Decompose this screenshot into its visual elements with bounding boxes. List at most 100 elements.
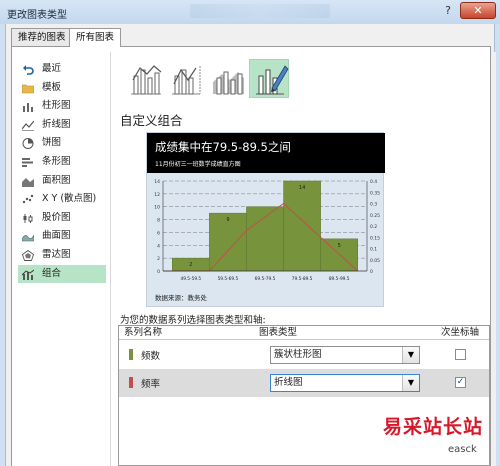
sidebar-item-label: 曲面图 <box>42 230 71 242</box>
y2-tick-label: 0 <box>370 269 373 275</box>
column-chart-icon <box>22 101 34 113</box>
help-button[interactable]: ? <box>439 3 457 19</box>
combo-subtype-column-line-secondary[interactable] <box>165 59 205 98</box>
select-value: 折线图 <box>274 377 303 388</box>
close-button[interactable]: ✕ <box>460 2 496 19</box>
select-value: 簇状柱形图 <box>274 349 322 360</box>
y-tick-label: 6 <box>157 230 160 236</box>
y2-tick-label: 0.35 <box>370 190 380 196</box>
sidebar-item-surface[interactable]: 曲面图 <box>18 227 106 246</box>
pie-chart-icon <box>22 138 34 150</box>
secondary-axis-checkbox[interactable] <box>455 349 466 360</box>
combo-chart-icon <box>21 269 35 280</box>
y-tick-label: 2 <box>157 256 160 262</box>
title-bar: 更改图表类型 ? ✕ <box>0 0 500 24</box>
series-row: 频数 簇状柱形图 ▼ <box>119 341 489 369</box>
x-tick-label: 49.5-59.5 <box>180 276 201 282</box>
data-label: 5 <box>338 243 341 249</box>
header-secondary-axis: 次坐标轴 <box>441 327 480 338</box>
sidebar-item-radar[interactable]: 雷达图 <box>18 246 106 265</box>
bars: 2 49.5-59.5 9 59.5-69.5 69.5-79.5 14 79.5-89.5… <box>172 180 358 282</box>
sidebar-item-combo[interactable]: 组合 <box>18 264 106 284</box>
line-chart-icon <box>21 120 35 131</box>
sidebar-item-area[interactable]: 面积图 <box>18 172 106 191</box>
x-tick-label: 69.5-79.5 <box>255 276 276 282</box>
sidebar-item-label: X Y (散点图) <box>42 193 97 205</box>
scatter-chart-icon <box>22 194 34 205</box>
sidebar-item-recent[interactable]: 最近 <box>18 60 106 79</box>
watermark-logo: 易采站长站 <box>383 416 484 438</box>
chart-preview: 成绩集中在79.5-89.5之间 11月份初三一班数学成绩直方图 0 2 4 6 8 10… <box>146 132 385 307</box>
sidebar-item-label: 模板 <box>42 81 62 93</box>
chart-subtitle: 11月份初三一班数学成绩直方图 <box>155 160 241 168</box>
sidebar-item-label: 面积图 <box>42 174 71 186</box>
sidebar-item-pie[interactable]: 饼图 <box>18 134 106 153</box>
bar <box>283 180 321 272</box>
header-series-name: 系列名称 <box>124 327 163 338</box>
sidebar-item-label: 股价图 <box>42 211 71 223</box>
surface-chart-icon <box>21 231 35 242</box>
bar-chart-icon <box>22 157 34 168</box>
y2-tick-label: 0.15 <box>370 235 380 241</box>
data-label: 9 <box>226 217 229 223</box>
sidebar-item-label: 雷达图 <box>42 248 71 260</box>
series-instructions: 为您的数据系列选择图表类型和轴: <box>120 315 266 326</box>
data-label: 2 <box>189 262 192 268</box>
x-tick-label: 79.5-89.5 <box>292 276 313 282</box>
y-tick-label: 14 <box>154 179 160 185</box>
folder-icon <box>21 83 35 94</box>
blurred-title-area <box>190 4 330 18</box>
stock-chart-icon <box>22 213 34 224</box>
tab-all-charts[interactable]: 所有图表 <box>69 28 122 47</box>
sidebar-item-label: 最近 <box>42 63 62 74</box>
bar <box>246 206 284 272</box>
tab-recommended-charts[interactable]: 推荐的图表 <box>11 28 73 46</box>
combo-subtype-custom[interactable] <box>249 59 289 98</box>
y2-tick-label: 0.3 <box>370 202 377 208</box>
section-title: 自定义组合 <box>120 113 183 128</box>
undo-icon <box>22 64 34 75</box>
combo-subtype-stacked-area-column[interactable] <box>207 59 247 98</box>
area-chart-icon <box>22 176 34 187</box>
sidebar-item-column[interactable]: 柱形图 <box>18 97 106 116</box>
window-title: 更改图表类型 <box>7 10 67 21</box>
y-tick-label: 10 <box>154 205 160 211</box>
watermark-sub: easck <box>448 444 477 455</box>
chart-source: 数据来源：教务处 <box>155 293 208 302</box>
sidebar-item-scatter[interactable]: X Y (散点图) <box>18 190 106 209</box>
sidebar-item-label: 柱形图 <box>42 100 71 112</box>
sidebar-divider <box>110 52 111 466</box>
y-tick-label: 4 <box>157 243 160 249</box>
data-label: 14 <box>299 185 305 191</box>
sidebar-item-templates[interactable]: 模板 <box>18 79 106 98</box>
y-tick-label: 0 <box>157 269 160 275</box>
x-tick-label: 89.5-99.5 <box>329 276 350 282</box>
series-chart-type-select[interactable]: 折线图 ▼ <box>270 374 420 392</box>
sidebar-item-label: 饼图 <box>42 137 62 149</box>
series-color-swatch <box>129 349 133 360</box>
y2-tick-label: 0.05 <box>370 258 380 264</box>
y2-tick-label: 0.2 <box>370 224 377 230</box>
secondary-axis-checkbox[interactable]: ✓ <box>455 377 466 388</box>
y2-tick-label: 0.1 <box>370 247 377 253</box>
sidebar-item-stock[interactable]: 股价图 <box>18 209 106 228</box>
series-chart-type-select[interactable]: 簇状柱形图 ▼ <box>270 346 420 364</box>
series-color-swatch <box>129 377 133 388</box>
header-chart-type: 图表类型 <box>259 327 298 338</box>
chevron-down-icon[interactable]: ▼ <box>402 347 419 363</box>
series-row: 频率 折线图 ▼ ✓ <box>119 369 489 397</box>
y2-tick-label: 0.4 <box>370 179 377 185</box>
combo-subtype-clustered-column-line[interactable] <box>124 59 164 98</box>
sidebar-item-line[interactable]: 折线图 <box>18 116 106 135</box>
sidebar-item-label: 折线图 <box>42 118 71 130</box>
chart-type-list: 最近 模板 柱形图 折线图 饼图 条形图 面积图 X Y (散点图) 股价图 曲… <box>18 60 106 284</box>
sidebar-item-bar[interactable]: 条形图 <box>18 153 106 172</box>
series-grid: 系列名称 图表类型 次坐标轴 频数 簇状柱形图 ▼ 频率 折线图 ▼ ✓ <box>118 325 490 466</box>
sidebar-item-label: 条形图 <box>42 155 71 167</box>
chevron-down-icon[interactable]: ▼ <box>402 375 419 391</box>
panel-scrollbar[interactable] <box>491 52 496 466</box>
x-tick-label: 59.5-69.5 <box>218 276 239 282</box>
series-grid-header: 系列名称 图表类型 次坐标轴 <box>119 326 489 340</box>
radar-chart-icon <box>21 249 35 261</box>
y2-tick-label: 0.25 <box>370 213 380 219</box>
